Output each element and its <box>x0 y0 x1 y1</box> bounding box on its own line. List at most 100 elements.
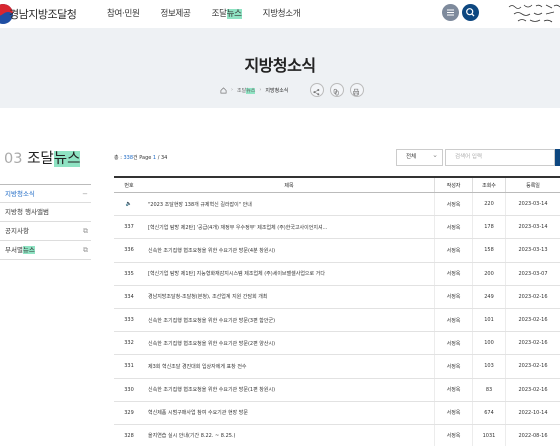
home-icon[interactable] <box>220 86 227 94</box>
row-number: 333 <box>124 317 134 324</box>
sidebar-item-label-prefix: 부서별 <box>5 246 23 254</box>
row-views: 83 <box>472 378 505 401</box>
row-views: 158 <box>472 239 505 262</box>
page-label: Page <box>139 155 152 161</box>
row-date: 2023-03-14 <box>505 193 560 216</box>
table-row[interactable]: 329 혁신제품 시범구매사업 참여 수요기관 현장 방문 서정옥 674 2022-1… <box>114 401 560 425</box>
site-title[interactable]: 경남지방조달청 <box>9 6 77 22</box>
header-writer: 작성자 <box>434 178 472 192</box>
row-title-link[interactable]: [혁신기업 탐방 제1탄] 지능형화재감지시스템 제조업체 (주)세이브밸셀사업… <box>144 263 434 285</box>
row-writer: 서정옥 <box>434 285 472 308</box>
header-no: 번호 <box>124 182 134 189</box>
table-row[interactable]: 🔈 "2023 조달현장 138개 규제혁신 길라잡이" 안내 서정옥 220 2023… <box>114 193 560 217</box>
table-body: 🔈 "2023 조달현장 138개 규제혁신 길라잡이" 안내 서정옥 220 2023… <box>114 193 560 446</box>
breadcrumb-level1[interactable]: 조달뉴스 <box>237 87 256 94</box>
header-title: 제목 <box>284 182 294 189</box>
row-writer: 서정옥 <box>434 332 472 355</box>
search-icon <box>466 8 475 17</box>
page-total: 34 <box>160 155 168 161</box>
page-banner: 지방청소식 › 조달뉴스 › 지방청소식 <box>0 28 560 108</box>
row-title-link[interactable]: 신속한 조기집행 협조요청을 위한 수요기관 방문(3편 함안군) <box>144 309 434 331</box>
sidebar-item-event-album[interactable]: 지방청 행사앨범 <box>0 203 91 222</box>
row-date: 2022-08-16 <box>505 424 560 446</box>
row-number: 330 <box>124 386 134 393</box>
row-number: 329 <box>124 409 134 416</box>
search-submit-button[interactable] <box>555 149 560 166</box>
table-row[interactable]: 333 신속한 조기집행 협조요청을 위한 수요기관 방문(3편 함안군) 서정옥 1… <box>114 308 560 333</box>
sidebar-section-number: 03 <box>4 151 23 167</box>
total-unit: 건 <box>133 155 138 161</box>
sidebar-item-department-news[interactable]: 부서별뉴스 ⧉ <box>0 241 91 260</box>
row-writer: 서정옥 <box>434 216 472 239</box>
copy-link-button[interactable] <box>330 83 344 97</box>
nav-news-highlight: 뉴스 <box>226 9 242 19</box>
share-icon <box>313 88 320 96</box>
sidebar-item-label: 공지사항 <box>5 227 29 235</box>
nav-information[interactable]: 정보제공 <box>160 7 190 19</box>
row-date: 2023-03-14 <box>505 216 560 239</box>
breadcrumb: › 조달뉴스 › 지방청소식 <box>220 83 288 97</box>
breadcrumb-level1-highlight: 뉴스 <box>246 87 256 94</box>
nav-participation[interactable]: 참여·민원 <box>107 7 140 19</box>
row-title-link[interactable]: "2023 조달현장 138개 규제혁신 길라잡이" 안내 <box>144 193 434 215</box>
row-date: 2023-02-16 <box>505 285 560 308</box>
table-row[interactable]: 337 [혁신기업 탐방 제2탄] '공급(4개) 재정부 우수정부' 제조업체 … <box>114 216 560 240</box>
share-button[interactable] <box>310 83 324 97</box>
table-row[interactable]: 336 신속한 조기집행 협조요청을 위한 수요기관 방문(4분 창원시) 서정옥 1… <box>114 239 560 263</box>
table-row[interactable]: 328 을지연습 실시 안내(기간 8.22. ~ 8.25.) 서정옥 1031 20… <box>114 424 560 446</box>
row-views: 100 <box>472 332 505 355</box>
table-row[interactable]: 331 제3회 혁신조달 경진대회 입상자에게 표창 전수 서정옥 103 2023-0… <box>114 355 560 379</box>
table-row[interactable]: 334 경남지방조달청-조달청(본청), 조선업계 지원 간담회 개최 서정옥 249… <box>114 285 560 309</box>
row-date: 2023-02-16 <box>505 332 560 355</box>
row-number: 336 <box>124 247 134 254</box>
sidebar-item-notices[interactable]: 공지사항 ⧉ <box>0 222 91 241</box>
row-title-link[interactable]: 경남지방조달청-조달청(본청), 조선업계 지원 간담회 개최 <box>144 286 434 308</box>
row-date: 2022-10-14 <box>505 401 560 424</box>
board-table: 번호 제목 작성자 조회수 등록일 🔈 "2023 조달현장 138개 규제혁신 … <box>114 176 560 446</box>
row-title-link[interactable]: [혁신기업 탐방 제2탄] '공급(4개) 재정부 우수정부' 제조업체 (주)… <box>144 216 434 238</box>
notice-speaker-icon: 🔈 <box>125 201 133 208</box>
sidebar-title: 03 조달뉴스 <box>4 147 81 168</box>
row-writer: 서정옥 <box>434 262 472 285</box>
table-row[interactable]: 330 신속한 조기집행 협조요청을 위한 수요기관 방문(1편 창원시) 서정옥 8… <box>114 378 560 402</box>
table-row[interactable]: 335 [혁신기업 탐방 제1탄] 지능형화재감지시스템 제조업체 (주)세이브밸… <box>114 262 560 286</box>
sidebar-title-highlight: 뉴스 <box>53 151 81 167</box>
row-title-link[interactable]: 혁신제품 시범구매사업 참여 수요기관 현장 방문 <box>144 402 434 424</box>
external-link-icon: ⧉ <box>83 227 88 235</box>
row-title-link[interactable]: 제3회 혁신조달 경진대회 입상자에게 표창 전수 <box>144 355 434 377</box>
row-writer: 서정옥 <box>434 308 472 332</box>
header-date: 등록일 <box>505 178 560 192</box>
link-icon <box>333 88 339 96</box>
sidebar-item-label: 지방청 행사앨범 <box>5 208 49 216</box>
row-views: 249 <box>472 285 505 308</box>
breadcrumb-separator: › <box>259 87 262 93</box>
nav-procurement-news[interactable]: 조달뉴스 <box>212 7 242 19</box>
print-icon <box>353 88 360 96</box>
row-title-link[interactable]: 신속한 조기집행 협조요청을 위한 수요기관 방문(1편 창원시) <box>144 379 434 401</box>
sidebar-item-regional-news[interactable]: 지방청소식 − <box>0 184 91 203</box>
sidebar-menu: 지방청소식 − 지방청 행사앨범 공지사항 ⧉ 부서별뉴스 ⧉ <box>0 184 91 260</box>
row-writer: 서정옥 <box>434 193 472 216</box>
nav-about[interactable]: 지방청소개 <box>263 7 301 19</box>
row-views: 220 <box>472 193 505 216</box>
search-input[interactable]: 검색어 입력 <box>445 149 555 166</box>
search-filter-select[interactable]: 전체 <box>396 148 443 166</box>
row-title-link[interactable]: 신속한 조기집행 협조요청을 위한 수요기관 방문(4분 창원시) <box>144 239 434 261</box>
row-writer: 서정옥 <box>434 424 472 446</box>
row-writer: 서정옥 <box>434 239 472 262</box>
collapse-icon: − <box>82 190 88 198</box>
row-title-link[interactable]: 신속한 조기집행 협조요청을 위한 수요기관 방문(2편 양산시) <box>144 332 434 354</box>
slogan-calligraphy-image <box>508 4 560 23</box>
header-views: 조회수 <box>472 178 505 192</box>
print-button[interactable] <box>350 83 364 97</box>
row-views: 674 <box>472 401 505 424</box>
row-title-link[interactable]: 을지연습 실시 안내(기간 8.22. ~ 8.25.) <box>144 425 434 446</box>
table-row[interactable]: 332 신속한 조기집행 협조요청을 위한 수요기관 방문(2편 양산시) 서정옥 1… <box>114 332 560 356</box>
menu-button[interactable] <box>442 4 459 21</box>
page-current: 1 <box>152 155 157 161</box>
row-views: 1031 <box>472 424 505 446</box>
row-views: 103 <box>472 355 505 378</box>
search-button[interactable] <box>462 4 479 21</box>
row-views: 101 <box>472 308 505 332</box>
row-views: 178 <box>472 216 505 239</box>
